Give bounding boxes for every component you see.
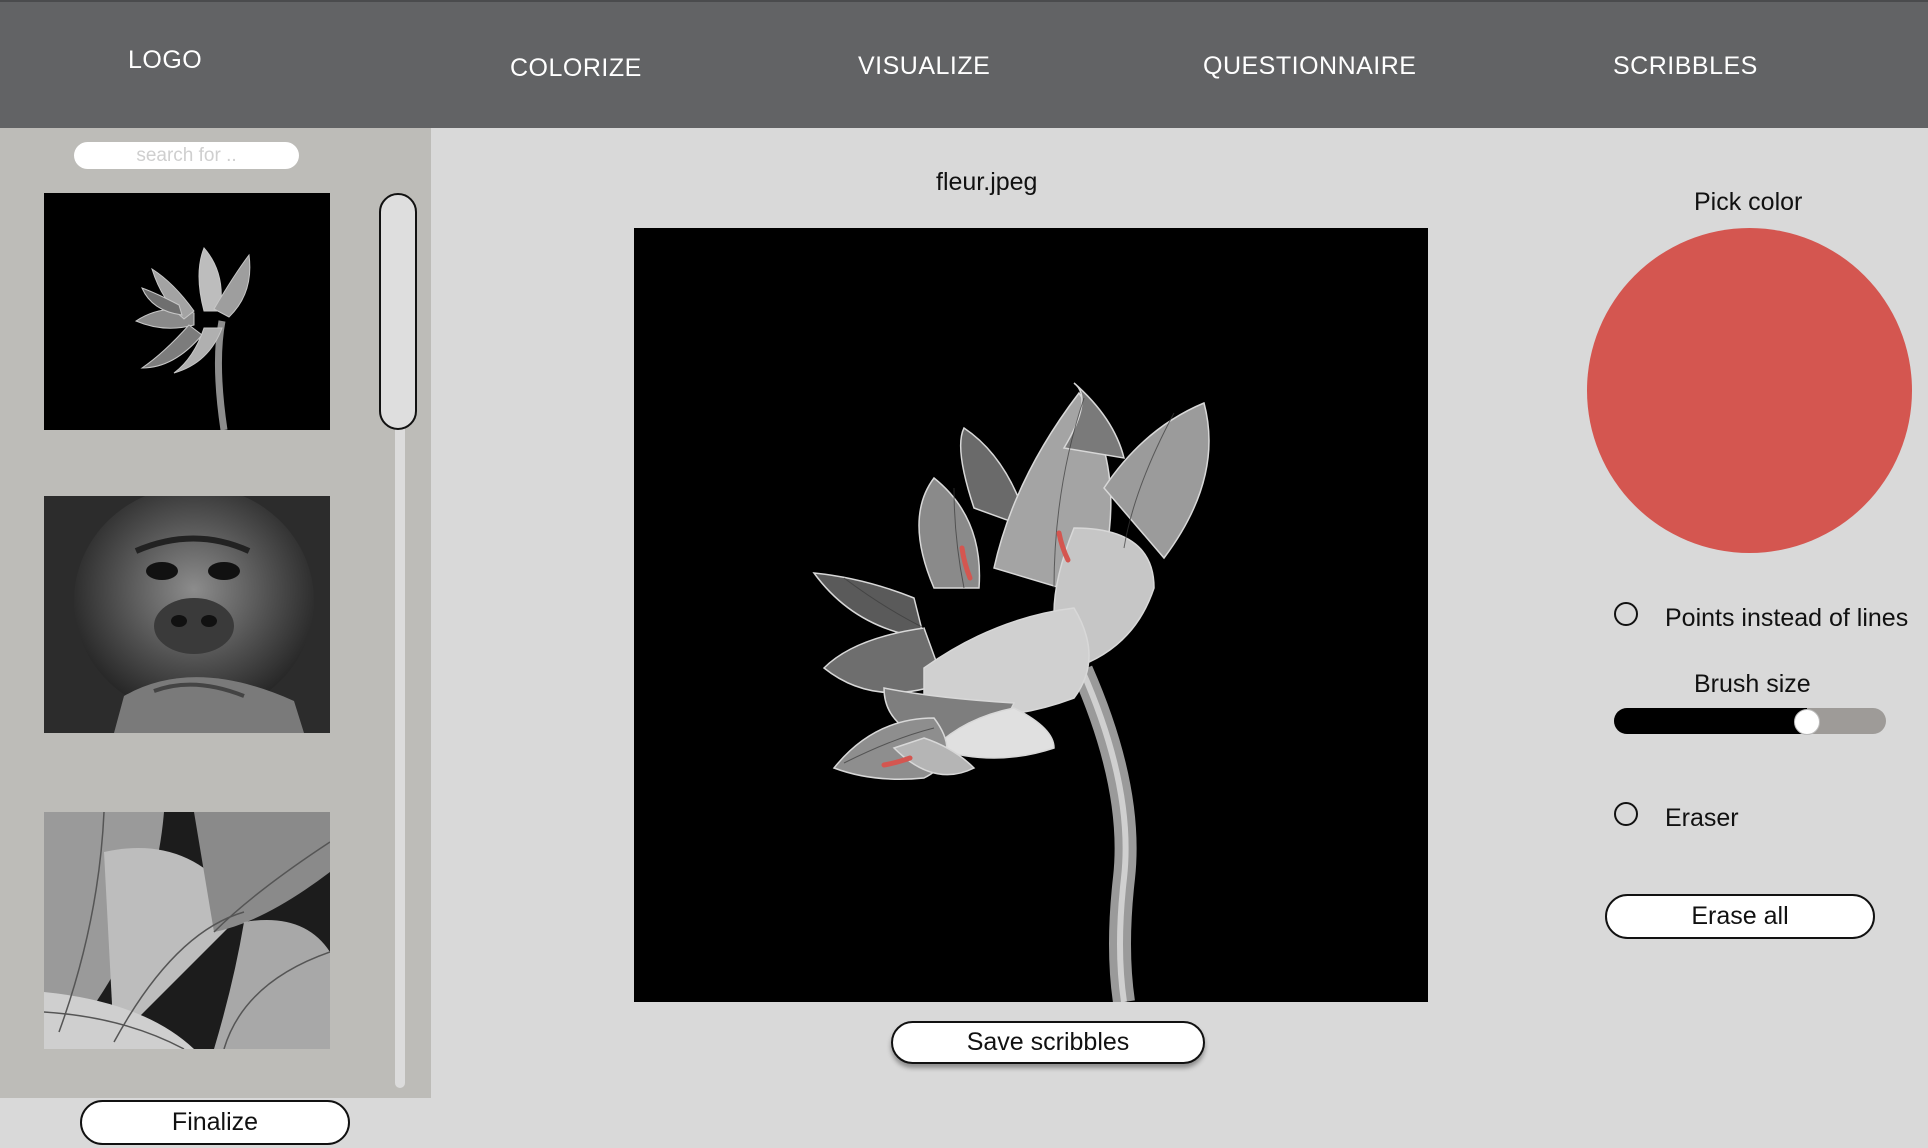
brush-size-label: Brush size bbox=[1694, 670, 1811, 698]
pick-color-label: Pick color bbox=[1694, 188, 1803, 216]
gorilla-portrait-image bbox=[44, 496, 330, 733]
top-navigation-bar: LOGO COLORIZE VISUALIZE QUESTIONNAIRE SC… bbox=[0, 0, 1928, 128]
eraser-label: Eraser bbox=[1665, 804, 1739, 832]
points-mode-label: Points instead of lines bbox=[1665, 604, 1909, 632]
save-scribbles-button[interactable]: Save scribbles bbox=[891, 1021, 1205, 1064]
lotus-flower-image bbox=[44, 193, 330, 430]
scribble-canvas[interactable] bbox=[634, 228, 1428, 1002]
thumbnail-banana-leaves[interactable] bbox=[44, 812, 330, 1049]
nav-link-visualize[interactable]: VISUALIZE bbox=[858, 52, 990, 81]
finalize-button[interactable]: Finalize bbox=[80, 1100, 350, 1145]
lotus-flower-image bbox=[634, 228, 1428, 1002]
logo[interactable]: LOGO bbox=[128, 46, 202, 75]
banana-leaves-image bbox=[44, 812, 330, 1049]
image-gallery-sidebar bbox=[0, 128, 431, 1098]
gallery-scrollbar-thumb[interactable] bbox=[379, 193, 417, 430]
thumbnail-lotus[interactable] bbox=[44, 193, 330, 430]
points-mode-radio[interactable] bbox=[1614, 602, 1638, 626]
eraser-radio[interactable] bbox=[1614, 802, 1638, 826]
search-input[interactable] bbox=[74, 142, 299, 169]
nav-link-questionnaire[interactable]: QUESTIONNAIRE bbox=[1203, 52, 1416, 81]
brush-size-fill bbox=[1614, 708, 1808, 734]
brush-size-handle[interactable] bbox=[1794, 709, 1821, 735]
erase-all-button[interactable]: Erase all bbox=[1605, 894, 1875, 939]
color-picker-swatch[interactable] bbox=[1587, 228, 1912, 553]
nav-link-scribbles[interactable]: SCRIBBLES bbox=[1613, 52, 1758, 81]
image-filename: fleur.jpeg bbox=[936, 168, 1038, 196]
thumbnail-gorilla[interactable] bbox=[44, 496, 330, 733]
brush-size-slider[interactable] bbox=[1614, 708, 1886, 734]
nav-link-colorize[interactable]: COLORIZE bbox=[510, 54, 642, 83]
